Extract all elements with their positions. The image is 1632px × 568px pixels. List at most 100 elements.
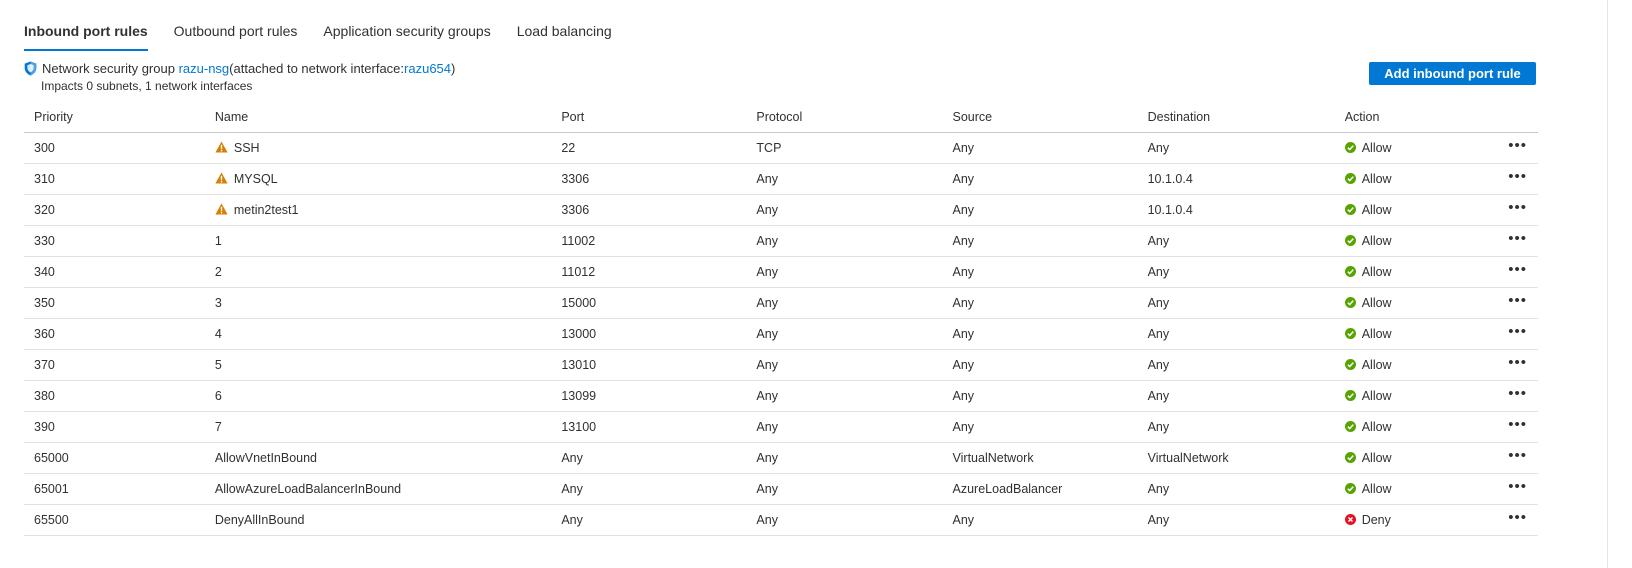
cell-name: MYSQL <box>204 163 552 195</box>
table-row[interactable]: 340 2 11012 Any Any Any Allow ••• <box>24 256 1538 288</box>
cell-source: Any <box>942 504 1138 536</box>
table-row[interactable]: 330 1 11002 Any Any Any Allow ••• <box>24 225 1538 257</box>
nic-name-link[interactable]: razu654 <box>404 60 451 77</box>
more-icon[interactable]: ••• <box>1508 137 1527 154</box>
warning-icon <box>215 141 228 153</box>
cell-source: Any <box>942 349 1138 381</box>
column-header-destination[interactable]: Destination <box>1137 101 1335 133</box>
cell-source: AzureLoadBalancer <box>942 473 1138 505</box>
cell-port: 13000 <box>551 318 747 350</box>
nsg-suffix-text: ) <box>451 61 456 76</box>
tab-outbound-port-rules[interactable]: Outbound port rules <box>174 20 298 46</box>
table-row[interactable]: 65001 AllowAzureLoadBalancerInBound Any Any… <box>24 473 1538 505</box>
cell-priority: 360 <box>24 318 205 350</box>
action-label: Allow <box>1361 420 1392 434</box>
cell-action: Allow <box>1334 380 1498 412</box>
cell-port: 15000 <box>551 287 747 319</box>
column-header-name[interactable]: Name <box>204 101 552 133</box>
cell-action: Allow <box>1334 411 1498 443</box>
table-row[interactable]: 360 4 13000 Any Any Any Allow ••• <box>24 318 1538 350</box>
cell-action: Allow <box>1334 256 1498 288</box>
cell-action: Allow <box>1334 225 1498 257</box>
more-icon[interactable]: ••• <box>1508 416 1527 433</box>
cell-menu: ••• <box>1497 194 1538 226</box>
action-label: Allow <box>1361 234 1392 248</box>
cell-name: 5 <box>204 349 552 381</box>
cell-port: 3306 <box>551 163 747 195</box>
cell-port: Any <box>551 442 747 474</box>
more-icon[interactable]: ••• <box>1508 385 1527 402</box>
tab-application-security-groups[interactable]: Application security groups <box>323 20 490 46</box>
rule-name: 3 <box>214 296 222 310</box>
check-circle-icon <box>1344 266 1356 277</box>
more-icon[interactable]: ••• <box>1508 354 1527 371</box>
cell-destination: Any <box>1137 473 1335 505</box>
cell-port: Any <box>551 504 747 536</box>
table-row[interactable]: 380 6 13099 Any Any Any Allow ••• <box>24 380 1538 412</box>
column-header-priority[interactable]: Priority <box>24 101 205 133</box>
table-row[interactable]: 65000 AllowVnetInBound Any Any VirtualNetwor… <box>24 442 1538 474</box>
inbound-rules-table: Priority Name Port Protocol Source Desti… <box>24 101 1538 536</box>
more-icon[interactable]: ••• <box>1508 478 1527 495</box>
cell-action: Allow <box>1334 349 1498 381</box>
more-icon[interactable]: ••• <box>1508 509 1527 526</box>
table-row[interactable]: 370 5 13010 Any Any Any Allow ••• <box>24 349 1538 381</box>
check-circle-icon <box>1344 390 1356 401</box>
more-icon[interactable]: ••• <box>1508 292 1527 309</box>
cell-destination: Any <box>1137 256 1335 288</box>
rule-name: DenyAllInBound <box>214 513 305 527</box>
table-row[interactable]: 320 metin2test1 3306 Any Any 10.1.0.4 Allow ••• <box>24 194 1538 226</box>
cell-source: Any <box>942 256 1138 288</box>
cell-priority: 390 <box>24 411 205 443</box>
cell-name: 7 <box>204 411 552 443</box>
check-circle-icon <box>1344 483 1356 494</box>
cell-destination: Any <box>1137 287 1335 319</box>
cell-source: Any <box>942 163 1138 195</box>
column-header-port[interactable]: Port <box>551 101 747 133</box>
cell-menu: ••• <box>1497 256 1538 288</box>
cell-protocol: Any <box>746 194 943 226</box>
column-header-action[interactable]: Action <box>1334 101 1498 133</box>
cell-name: 4 <box>204 318 552 350</box>
more-icon[interactable]: ••• <box>1508 168 1527 185</box>
cell-name: SSH <box>204 132 552 164</box>
cell-menu: ••• <box>1497 473 1538 505</box>
cell-menu: ••• <box>1497 163 1538 195</box>
more-icon[interactable]: ••• <box>1508 261 1527 278</box>
cell-destination: Any <box>1137 225 1335 257</box>
column-header-source[interactable]: Source <box>942 101 1138 133</box>
cell-action: Allow <box>1334 473 1498 505</box>
table-row[interactable]: 350 3 15000 Any Any Any Allow ••• <box>24 287 1538 319</box>
tab-load-balancing[interactable]: Load balancing <box>517 20 612 46</box>
rule-name: 7 <box>214 420 222 434</box>
cell-source: Any <box>942 132 1138 164</box>
more-icon[interactable]: ••• <box>1508 323 1527 340</box>
cell-source: Any <box>942 287 1138 319</box>
cell-name: AllowAzureLoadBalancerInBound <box>204 473 552 505</box>
check-circle-icon <box>1344 235 1356 246</box>
more-icon[interactable]: ••• <box>1508 199 1527 216</box>
more-icon[interactable]: ••• <box>1508 230 1527 247</box>
cell-action: Allow <box>1334 318 1498 350</box>
cell-protocol: Any <box>746 163 943 195</box>
cell-menu: ••• <box>1497 287 1538 319</box>
warning-icon <box>215 172 228 184</box>
more-icon[interactable]: ••• <box>1508 447 1527 464</box>
table-row[interactable]: 310 MYSQL 3306 Any Any 10.1.0.4 Allow ••• <box>24 163 1538 195</box>
table-row[interactable]: 390 7 13100 Any Any Any Allow ••• <box>24 411 1538 443</box>
rule-name: metin2test1 <box>233 203 299 217</box>
cell-priority: 380 <box>24 380 205 412</box>
tab-inbound-port-rules[interactable]: Inbound port rules <box>24 20 148 51</box>
nsg-summary: Network security group razu-nsg (attache… <box>24 60 455 77</box>
table-row[interactable]: 300 SSH 22 TCP Any Any Allow ••• <box>24 132 1538 164</box>
table-row[interactable]: 65500 DenyAllInBound Any Any Any Any Deny ••• <box>24 504 1538 536</box>
column-header-menu <box>1497 101 1538 133</box>
add-inbound-port-rule-button[interactable]: Add inbound port rule <box>1369 62 1536 85</box>
rule-name: 5 <box>214 358 222 372</box>
error-circle-icon <box>1344 514 1356 525</box>
action-label: Allow <box>1361 203 1392 217</box>
cell-name: 1 <box>204 225 552 257</box>
nsg-name-link[interactable]: razu-nsg <box>179 60 230 77</box>
cell-destination: Any <box>1137 504 1335 536</box>
column-header-protocol[interactable]: Protocol <box>746 101 943 133</box>
